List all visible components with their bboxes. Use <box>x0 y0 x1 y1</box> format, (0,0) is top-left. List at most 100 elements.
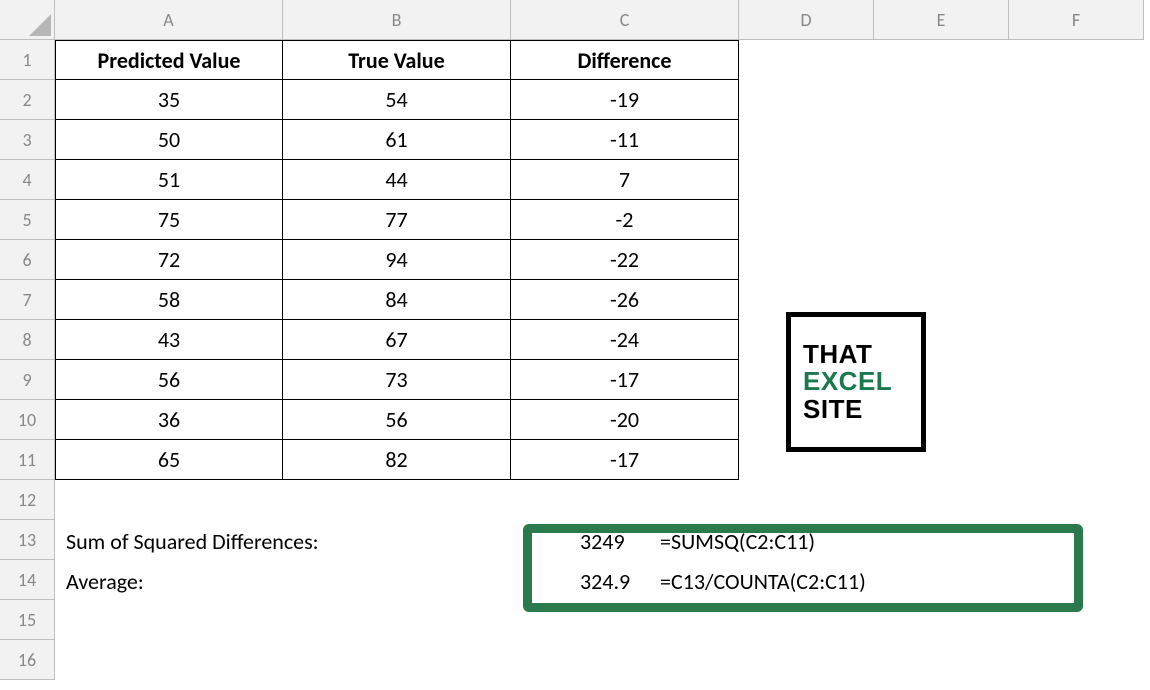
row-header-6[interactable]: 6 <box>0 240 55 280</box>
row-header-10[interactable]: 10 <box>0 400 55 440</box>
cell-F8[interactable] <box>1009 320 1144 360</box>
cell-C4[interactable]: 7 <box>511 160 739 200</box>
cell-A8[interactable]: 43 <box>55 320 283 360</box>
cell-E6[interactable] <box>874 240 1009 280</box>
cell-B2[interactable]: 54 <box>283 80 511 120</box>
cell-A12[interactable] <box>55 480 283 520</box>
row-header-8[interactable]: 8 <box>0 320 55 360</box>
row-header-1[interactable]: 1 <box>0 40 55 80</box>
row-header-4[interactable]: 4 <box>0 160 55 200</box>
cell-C8[interactable]: -24 <box>511 320 739 360</box>
cell-B3[interactable]: 61 <box>283 120 511 160</box>
cell-F2[interactable] <box>1009 80 1144 120</box>
cell-C5[interactable]: -2 <box>511 200 739 240</box>
cell-D12[interactable] <box>739 480 874 520</box>
cell-C1[interactable]: Difference <box>511 40 739 80</box>
cell-C3[interactable]: -11 <box>511 120 739 160</box>
row-header-16[interactable]: 16 <box>0 640 55 680</box>
cell-D2[interactable] <box>739 80 874 120</box>
cell-F14[interactable] <box>1009 560 1144 600</box>
cell-D4[interactable] <box>739 160 874 200</box>
col-header-A[interactable]: A <box>55 0 283 40</box>
cell-C16[interactable] <box>511 640 739 680</box>
select-all-corner[interactable] <box>0 0 55 40</box>
col-header-C[interactable]: C <box>511 0 739 40</box>
col-header-B[interactable]: B <box>283 0 511 40</box>
cell-B4[interactable]: 44 <box>283 160 511 200</box>
cell-C6[interactable]: -22 <box>511 240 739 280</box>
cell-E14[interactable] <box>874 560 1009 600</box>
cell-B6[interactable]: 94 <box>283 240 511 280</box>
cell-B11[interactable]: 82 <box>283 440 511 480</box>
cell-C7[interactable]: -26 <box>511 280 739 320</box>
cell-F7[interactable] <box>1009 280 1144 320</box>
cell-D1[interactable] <box>739 40 874 80</box>
cell-F5[interactable] <box>1009 200 1144 240</box>
cell-D5[interactable] <box>739 200 874 240</box>
cell-D15[interactable] <box>739 600 874 640</box>
cell-C9[interactable]: -17 <box>511 360 739 400</box>
cell-C15[interactable] <box>511 600 739 640</box>
cell-F4[interactable] <box>1009 160 1144 200</box>
cell-E1[interactable] <box>874 40 1009 80</box>
cell-A15[interactable] <box>55 600 283 640</box>
cell-A9[interactable]: 56 <box>55 360 283 400</box>
cell-F3[interactable] <box>1009 120 1144 160</box>
cell-A5[interactable]: 75 <box>55 200 283 240</box>
cell-F1[interactable] <box>1009 40 1144 80</box>
cell-B8[interactable]: 67 <box>283 320 511 360</box>
cell-F13[interactable] <box>1009 520 1144 560</box>
cell-B15[interactable] <box>283 600 511 640</box>
cell-F9[interactable] <box>1009 360 1144 400</box>
cell-E16[interactable] <box>874 640 1009 680</box>
row-header-14[interactable]: 14 <box>0 560 55 600</box>
cell-F15[interactable] <box>1009 600 1144 640</box>
cell-A1[interactable]: Predicted Value <box>55 40 283 80</box>
cell-B9[interactable]: 73 <box>283 360 511 400</box>
row-header-9[interactable]: 9 <box>0 360 55 400</box>
row-header-11[interactable]: 11 <box>0 440 55 480</box>
cell-E4[interactable] <box>874 160 1009 200</box>
cell-A4[interactable]: 51 <box>55 160 283 200</box>
cell-C11[interactable]: -17 <box>511 440 739 480</box>
cell-E3[interactable] <box>874 120 1009 160</box>
row-header-7[interactable]: 7 <box>0 280 55 320</box>
cell-B5[interactable]: 77 <box>283 200 511 240</box>
cell-B16[interactable] <box>283 640 511 680</box>
cell-F12[interactable] <box>1009 480 1144 520</box>
cell-F6[interactable] <box>1009 240 1144 280</box>
cell-B7[interactable]: 84 <box>283 280 511 320</box>
cell-E5[interactable] <box>874 200 1009 240</box>
row-header-2[interactable]: 2 <box>0 80 55 120</box>
row-header-3[interactable]: 3 <box>0 120 55 160</box>
cell-A16[interactable] <box>55 640 283 680</box>
cell-A7[interactable]: 58 <box>55 280 283 320</box>
cell-A10[interactable]: 36 <box>55 400 283 440</box>
cell-B12[interactable] <box>283 480 511 520</box>
row-header-15[interactable]: 15 <box>0 600 55 640</box>
cell-E13[interactable] <box>874 520 1009 560</box>
col-header-E[interactable]: E <box>874 0 1009 40</box>
cell-F16[interactable] <box>1009 640 1144 680</box>
cell-E15[interactable] <box>874 600 1009 640</box>
cell-D3[interactable] <box>739 120 874 160</box>
cell-D6[interactable] <box>739 240 874 280</box>
cell-D16[interactable] <box>739 640 874 680</box>
cell-C12[interactable] <box>511 480 739 520</box>
cell-A2[interactable]: 35 <box>55 80 283 120</box>
cell-C2[interactable]: -19 <box>511 80 739 120</box>
cell-F10[interactable] <box>1009 400 1144 440</box>
cell-F11[interactable] <box>1009 440 1144 480</box>
cell-B1[interactable]: True Value <box>283 40 511 80</box>
col-header-D[interactable]: D <box>739 0 874 40</box>
row-header-5[interactable]: 5 <box>0 200 55 240</box>
cell-B14[interactable] <box>283 560 511 600</box>
row-header-12[interactable]: 12 <box>0 480 55 520</box>
cell-A3[interactable]: 50 <box>55 120 283 160</box>
cell-A11[interactable]: 65 <box>55 440 283 480</box>
col-header-F[interactable]: F <box>1009 0 1144 40</box>
cell-B10[interactable]: 56 <box>283 400 511 440</box>
row-header-13[interactable]: 13 <box>0 520 55 560</box>
cell-E12[interactable] <box>874 480 1009 520</box>
cell-A6[interactable]: 72 <box>55 240 283 280</box>
